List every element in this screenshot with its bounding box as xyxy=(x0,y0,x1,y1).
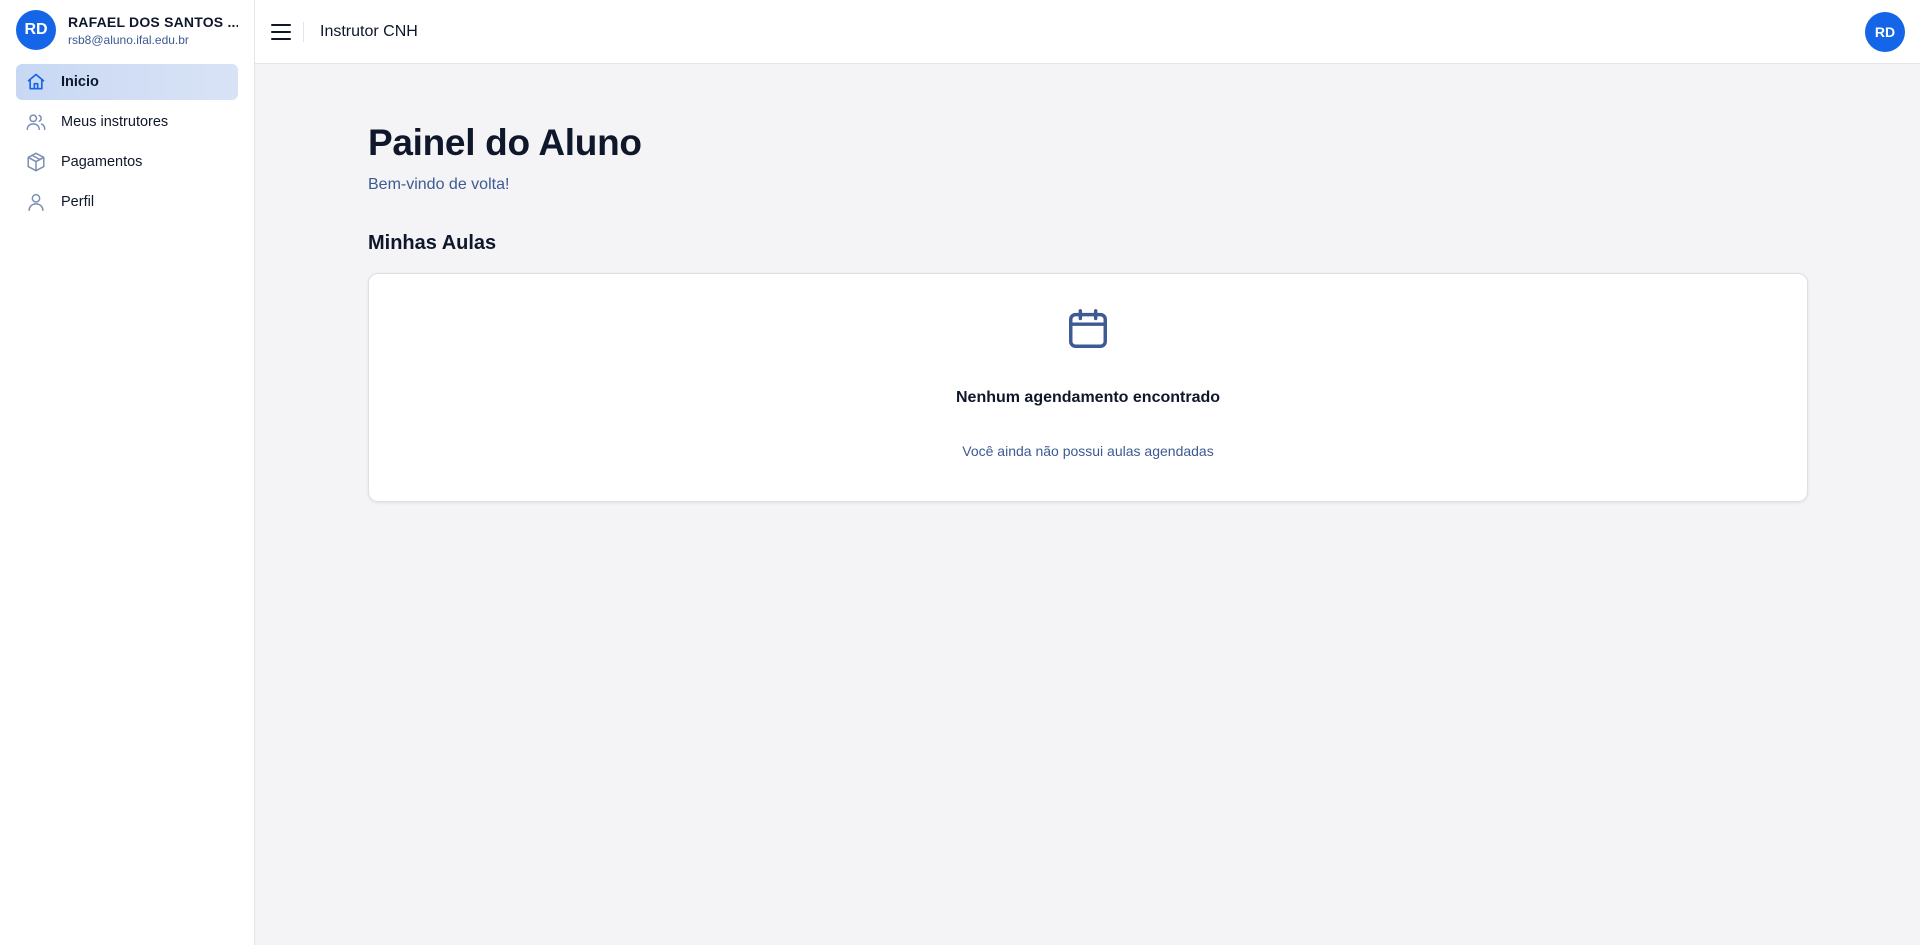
section-title: Minhas Aulas xyxy=(368,232,497,254)
page-title: Painel do Aluno xyxy=(368,122,642,163)
sidebar: RD RAFAEL DOS SANTOS ... rsb8@aluno.ifal… xyxy=(0,0,255,945)
menu-toggle-button[interactable] xyxy=(269,20,293,44)
topbar-divider xyxy=(303,21,304,42)
page-subtitle: Bem-vindo de volta! xyxy=(368,176,510,193)
sidebar-item-perfil[interactable]: Perfil xyxy=(16,184,238,220)
app-root: RD RAFAEL DOS SANTOS ... rsb8@aluno.ifal… xyxy=(0,0,1920,945)
empty-state-title: Nenhum agendamento encontrado xyxy=(955,389,1221,406)
empty-state-message: Você ainda não possui aulas agendadas xyxy=(962,443,1214,459)
sidebar-item-pagamentos[interactable]: Pagamentos xyxy=(16,144,238,180)
user-email: rsb8@aluno.ifal.edu.br xyxy=(68,32,189,47)
user-info: RAFAEL DOS SANTOS ... rsb8@aluno.ifal.ed… xyxy=(68,14,238,47)
sidebar-item-label: Pagamentos xyxy=(61,154,143,170)
sidebar-item-label: Inicio xyxy=(61,74,99,90)
user-name: RAFAEL DOS SANTOS ... xyxy=(68,13,238,30)
hamburger-icon xyxy=(271,23,291,40)
package-icon xyxy=(25,151,47,173)
users-icon xyxy=(25,111,47,133)
sidebar-user[interactable]: RD RAFAEL DOS SANTOS ... rsb8@aluno.ifal… xyxy=(16,0,238,58)
home-icon xyxy=(25,71,47,93)
main-area: Instrutor CNH RD Painel do Aluno Bem-vin… xyxy=(255,0,1920,945)
sidebar-item-label: Meus instrutores xyxy=(61,114,169,130)
sidebar-item-label: Perfil xyxy=(61,194,95,210)
page-content: Painel do Aluno Bem-vindo de volta! Minh… xyxy=(255,64,1920,502)
lessons-card: Nenhum agendamento encontrado Você ainda… xyxy=(368,273,1808,502)
sidebar-item-meus-instrutores[interactable]: Meus instrutores xyxy=(16,104,238,140)
topbar: Instrutor CNH RD xyxy=(255,0,1920,64)
sidebar-nav: Inicio Meus instrutores Pagamentos Perfi… xyxy=(16,64,238,220)
sidebar-item-inicio[interactable]: Inicio xyxy=(16,64,238,100)
avatar: RD xyxy=(16,10,56,50)
user-icon xyxy=(25,191,47,213)
app-title: Instrutor CNH xyxy=(320,22,418,40)
user-avatar-button[interactable]: RD xyxy=(1865,12,1905,52)
calendar-icon xyxy=(1065,306,1111,352)
